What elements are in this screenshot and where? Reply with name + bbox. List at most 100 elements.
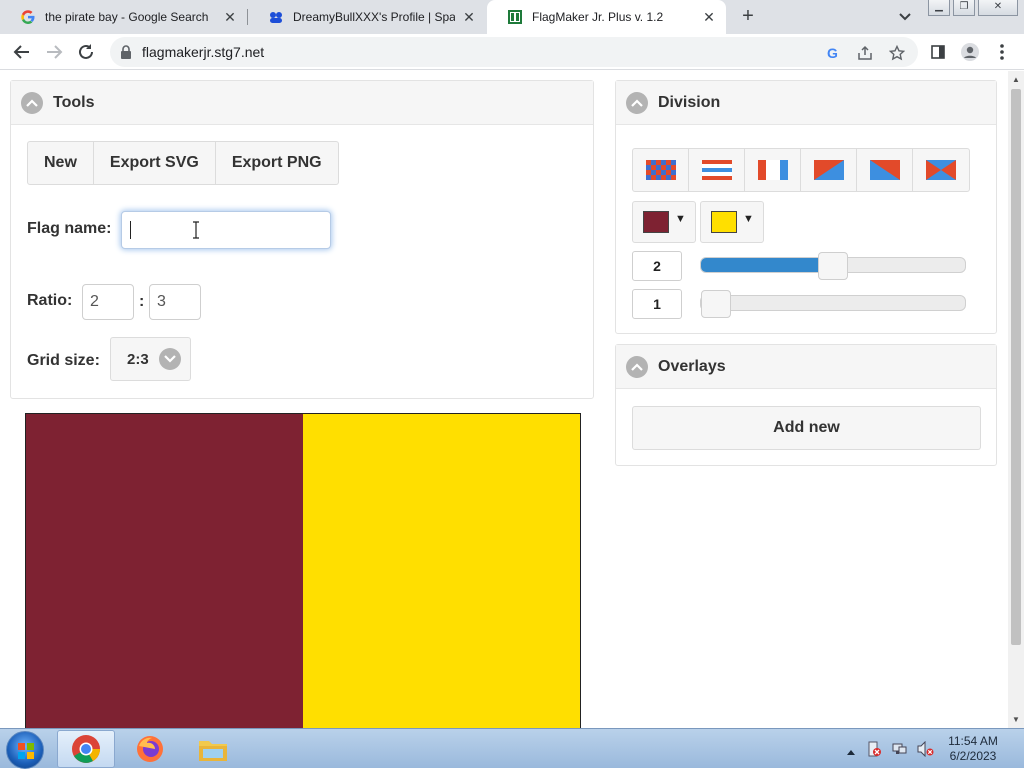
scroll-down-arrow-icon[interactable]: ▼ (1012, 715, 1020, 724)
collapse-chevron-up-icon[interactable] (21, 91, 43, 114)
tab-google-search[interactable]: the pirate bay - Google Search ✕ (0, 0, 247, 34)
flagmaker-page: Tools New Export SVG Export PNG Flag nam… (0, 71, 1008, 728)
overlays-title: Overlays (658, 357, 726, 375)
flagmaker-icon (507, 9, 523, 25)
svg-text:G: G (827, 45, 838, 61)
lock-icon[interactable] (120, 45, 132, 64)
ratio-separator: : (139, 293, 145, 310)
division-color-1-picker[interactable]: ▼ (632, 201, 696, 243)
action-center-icon[interactable] (866, 741, 882, 762)
ratio-label: Ratio: (27, 292, 73, 309)
file-explorer-taskbar-icon[interactable] (184, 730, 242, 768)
page-scrollbar[interactable]: ▲ ▼ (1008, 71, 1024, 728)
flag-stripe-1 (26, 414, 303, 728)
division-color-2-picker[interactable]: ▼ (700, 201, 764, 243)
scroll-up-arrow-icon[interactable]: ▲ (1012, 75, 1020, 84)
slider-handle[interactable] (701, 290, 731, 318)
diagonal-up-division-icon[interactable] (801, 149, 857, 191)
slider-fill (701, 258, 833, 272)
tab-title: the pirate bay - Google Search (45, 10, 209, 24)
ratio-height-input[interactable]: 2 (82, 284, 134, 320)
overlays-panel-header[interactable]: Overlays (616, 345, 996, 389)
flag-name-input[interactable] (121, 211, 331, 249)
side-panel-icon[interactable] (927, 41, 949, 63)
forward-icon[interactable] (43, 41, 65, 63)
reload-icon[interactable] (75, 41, 97, 63)
minimize-window-button[interactable]: ▁ (928, 0, 950, 16)
horizontal-stripes-division-icon[interactable] (689, 149, 745, 191)
export-svg-button[interactable]: Export SVG (94, 142, 216, 184)
new-button[interactable]: New (28, 142, 94, 184)
url-text[interactable]: flagmakerjr.stg7.net (142, 44, 264, 60)
close-icon[interactable]: ✕ (461, 9, 477, 25)
taskbar-clock[interactable]: 11:54 AM 6/2/2023 (944, 734, 1002, 764)
back-icon[interactable] (11, 41, 33, 63)
tab-search-icon[interactable] (895, 9, 915, 25)
color-swatch (711, 211, 737, 233)
close-icon[interactable]: ✕ (222, 9, 238, 25)
flag-preview (25, 413, 581, 728)
division-panel-header[interactable]: Division (616, 81, 996, 125)
profile-avatar-icon[interactable] (959, 41, 981, 63)
division-type-group (632, 148, 970, 192)
tab-title: FlagMaker Jr. Plus v. 1.2 (532, 10, 664, 24)
restore-window-button[interactable]: ❐ (953, 0, 975, 16)
dropdown-arrow-icon: ▼ (675, 213, 686, 225)
windows-taskbar: 11:54 AM 6/2/2023 (0, 728, 1024, 769)
new-tab-button[interactable]: + (737, 5, 759, 27)
network-icon[interactable] (891, 741, 907, 762)
slider-handle[interactable] (818, 252, 848, 280)
division-count-1-input[interactable]: 2 (632, 251, 682, 281)
windows-start-icon[interactable] (6, 731, 44, 769)
google-lens-icon[interactable]: G (824, 44, 842, 62)
add-overlay-button[interactable]: Add new (632, 406, 981, 450)
tools-panel-header[interactable]: Tools (11, 81, 593, 125)
browser-toolbar: flagmakerjr.stg7.net G (0, 34, 1024, 70)
volume-muted-icon[interactable] (916, 740, 934, 762)
clock-time: 11:54 AM (948, 734, 998, 748)
firefox-taskbar-icon[interactable] (121, 730, 179, 768)
spacehey-icon (268, 9, 284, 25)
vertical-stripes-division-icon[interactable] (745, 149, 801, 191)
grid-size-value: 2:3 (127, 351, 149, 368)
google-icon (20, 9, 36, 25)
ratio-width-input[interactable]: 3 (149, 284, 201, 320)
close-window-button[interactable]: ✕ (978, 0, 1018, 16)
share-icon[interactable] (856, 44, 874, 62)
close-icon[interactable]: ✕ (701, 9, 717, 25)
collapse-chevron-up-icon[interactable] (626, 355, 648, 378)
tab-title: DreamyBullXXX's Profile | SpaceH (293, 10, 455, 24)
bookmark-star-icon[interactable] (888, 44, 906, 62)
flag-stripe-2 (303, 414, 580, 728)
division-count-2-input[interactable]: 1 (632, 289, 682, 319)
tools-panel: Tools New Export SVG Export PNG Flag nam… (10, 80, 594, 399)
text-cursor-icon (192, 221, 200, 244)
flag-name-label: Flag name: (27, 220, 112, 237)
dropdown-arrow-icon: ▼ (743, 213, 754, 225)
color-swatch (643, 211, 669, 233)
division-count-1-slider[interactable] (700, 252, 966, 280)
division-title: Division (658, 93, 721, 111)
show-hidden-icons-icon[interactable] (846, 743, 856, 761)
clock-date: 6/2/2023 (949, 749, 997, 763)
chrome-menu-icon[interactable] (991, 41, 1013, 63)
tools-title: Tools (53, 93, 95, 111)
diagonal-down-division-icon[interactable] (857, 149, 913, 191)
tab-flagmaker[interactable]: FlagMaker Jr. Plus v. 1.2 ✕ (487, 0, 726, 34)
browser-tab-strip: the pirate bay - Google Search ✕ DreamyB… (0, 0, 1024, 34)
grid-size-select[interactable]: 2:3 (110, 337, 191, 381)
saltire-division-icon[interactable] (913, 149, 969, 191)
chevron-down-icon (159, 348, 181, 370)
address-bar[interactable]: flagmakerjr.stg7.net G (110, 37, 918, 67)
text-caret (130, 221, 131, 239)
collapse-chevron-up-icon[interactable] (626, 91, 648, 114)
overlays-panel: Overlays Add new (615, 344, 997, 466)
export-png-button[interactable]: Export PNG (216, 142, 338, 184)
division-count-2-slider[interactable] (700, 290, 966, 318)
chrome-taskbar-icon[interactable] (57, 730, 115, 768)
scrollbar-thumb[interactable] (1011, 89, 1021, 645)
grid-size-label: Grid size: (27, 352, 100, 369)
file-button-group: New Export SVG Export PNG (27, 141, 339, 185)
checkered-division-icon[interactable] (633, 149, 689, 191)
tab-spacehey-profile[interactable]: DreamyBullXXX's Profile | SpaceH ✕ (248, 0, 486, 34)
